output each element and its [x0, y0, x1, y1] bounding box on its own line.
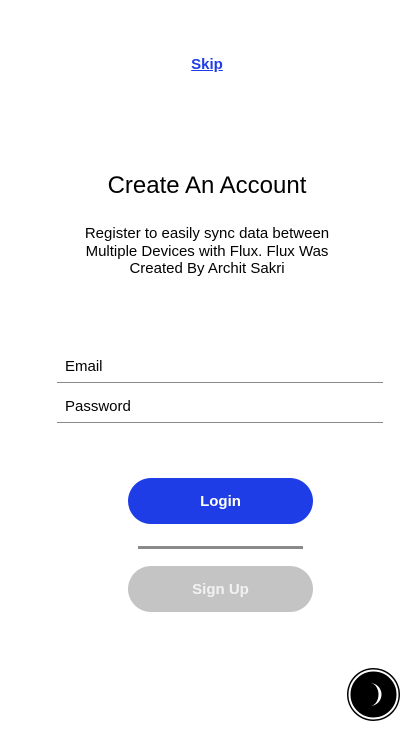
signup-button[interactable]: Sign Up [128, 566, 313, 612]
theme-toggle-button[interactable] [347, 668, 400, 721]
moon-icon [348, 669, 399, 720]
email-field[interactable] [57, 351, 383, 383]
login-button[interactable]: Login [128, 478, 313, 524]
password-field[interactable] [57, 391, 383, 423]
page-title: Create An Account [107, 172, 307, 199]
divider [138, 546, 303, 549]
subtitle: Register to easily sync data between Mul… [84, 225, 330, 277]
skip-link[interactable]: Skip [0, 56, 414, 73]
